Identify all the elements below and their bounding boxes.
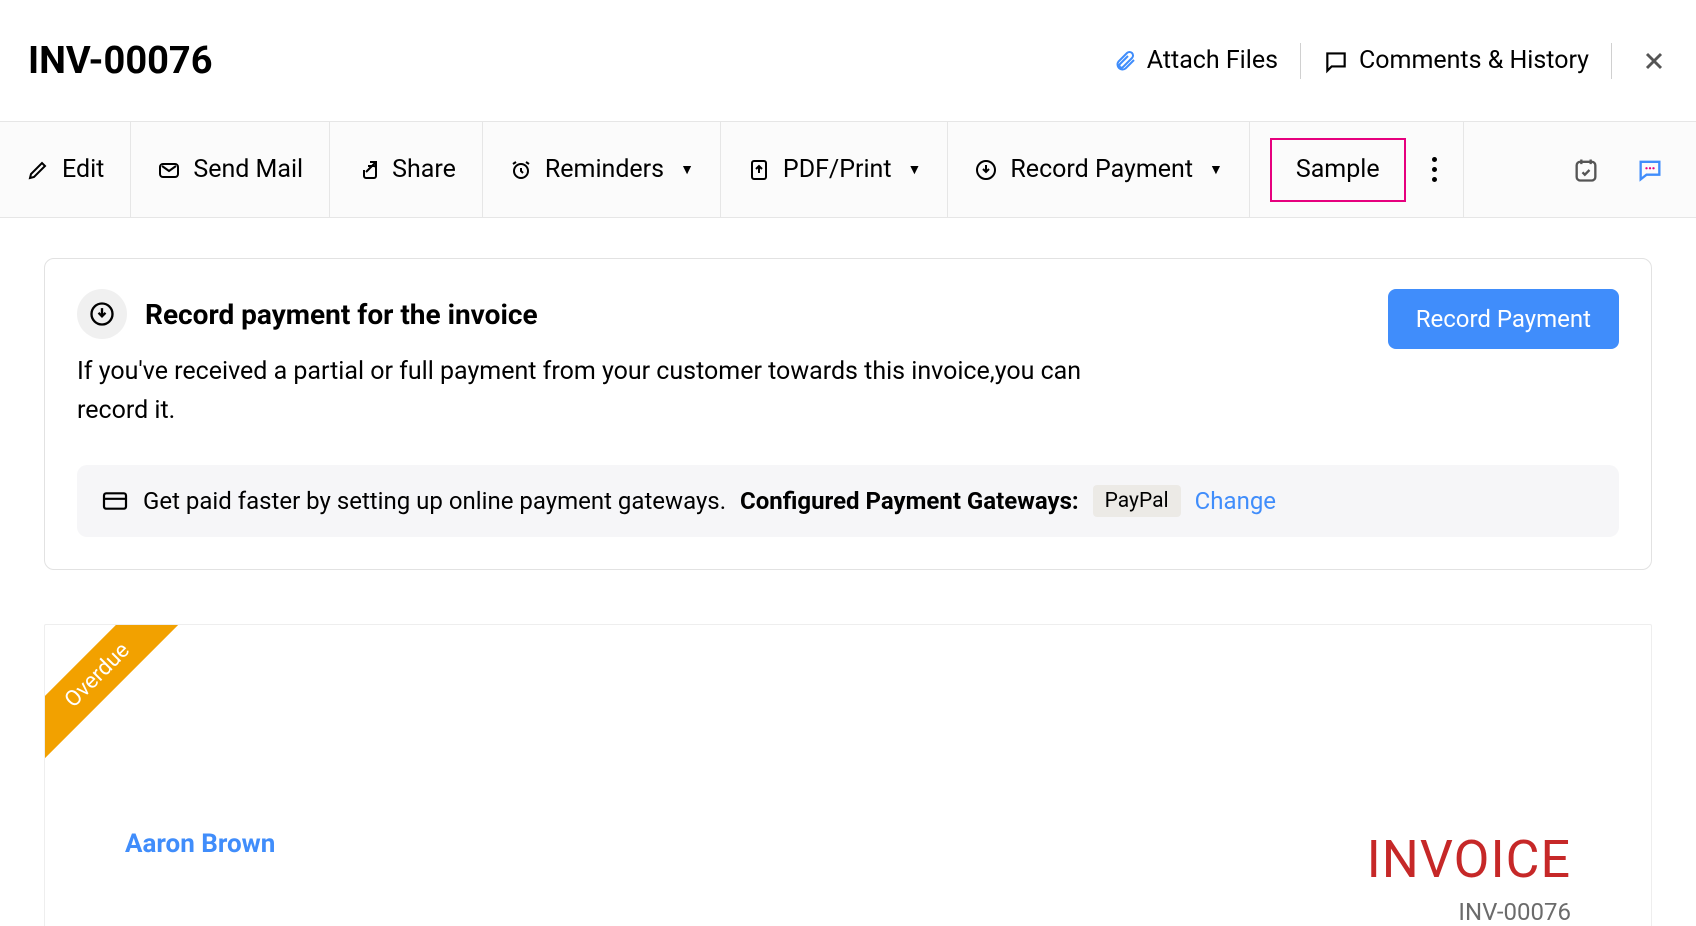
comments-label: Comments & History	[1359, 46, 1589, 75]
reminders-label: Reminders	[545, 155, 664, 184]
card-title: Record payment for the invoice	[145, 298, 538, 331]
card-head: Record payment for the invoice If you've…	[77, 289, 1619, 431]
header-actions: Attach Files Comments & History	[1113, 43, 1668, 79]
content-scroll[interactable]: Record payment for the invoice If you've…	[0, 218, 1696, 926]
invoice-doc-title: INVOICE	[1367, 829, 1571, 890]
record-payment-dropdown[interactable]: Record Payment ▼	[948, 122, 1249, 217]
attach-files-label: Attach Files	[1147, 46, 1278, 75]
pdf-icon	[747, 158, 771, 182]
chat-icon	[1323, 48, 1349, 74]
chevron-down-icon: ▼	[908, 161, 922, 178]
record-payment-card: Record payment for the invoice If you've…	[44, 258, 1652, 570]
invoice-customer[interactable]: Aaron Brown	[125, 829, 275, 859]
share-icon	[356, 158, 380, 182]
chevron-down-icon: ▼	[680, 161, 694, 178]
pencil-icon	[26, 158, 50, 182]
invoice-header-right: INVOICE INV-00076	[1367, 829, 1571, 926]
send-mail-label: Send Mail	[193, 155, 303, 184]
close-icon[interactable]	[1640, 47, 1668, 75]
separator	[1611, 43, 1612, 79]
invoice-preview: Overdue Aaron Brown INVOICE INV-00076	[44, 624, 1652, 926]
clock-icon	[509, 158, 533, 182]
comments-history-action[interactable]: Comments & History	[1323, 46, 1589, 75]
more-options-button[interactable]	[1406, 122, 1464, 217]
download-circle-icon	[77, 289, 127, 339]
toolbar-right	[1540, 156, 1696, 184]
send-mail-button[interactable]: Send Mail	[131, 122, 330, 217]
chat-dots-icon[interactable]	[1636, 156, 1664, 184]
edit-label: Edit	[62, 155, 104, 184]
mail-icon	[157, 158, 181, 182]
reminders-button[interactable]: Reminders ▼	[483, 122, 721, 217]
sample-button[interactable]: Sample	[1270, 138, 1406, 202]
calendar-check-icon[interactable]	[1572, 156, 1600, 184]
share-label: Share	[392, 155, 456, 184]
gateway-configured-label: Configured Payment Gateways:	[740, 487, 1079, 515]
card-icon	[101, 490, 129, 512]
invoice-doc-number: INV-00076	[1367, 898, 1571, 926]
share-button[interactable]: Share	[330, 122, 483, 217]
chevron-down-icon: ▼	[1209, 161, 1223, 178]
sample-label: Sample	[1296, 155, 1380, 184]
gateway-chip: PayPal	[1093, 485, 1181, 517]
card-description: If you've received a partial or full pay…	[77, 353, 1137, 431]
pdf-print-label: PDF/Print	[783, 155, 892, 184]
overdue-ribbon: Overdue	[44, 624, 190, 768]
paperclip-icon	[1113, 49, 1137, 73]
page-header: INV-00076 Attach Files Comments & Histor…	[0, 0, 1696, 122]
separator	[1300, 43, 1301, 79]
edit-button[interactable]: Edit	[0, 122, 131, 217]
attach-files-action[interactable]: Attach Files	[1113, 46, 1278, 75]
card-head-left: Record payment for the invoice	[77, 289, 1137, 339]
record-payment-label: Record Payment	[1010, 155, 1193, 184]
gateway-text: Get paid faster by setting up online pay…	[143, 487, 726, 515]
invoice-body: Aaron Brown INVOICE INV-00076	[125, 829, 1571, 926]
page-title: INV-00076	[28, 39, 213, 83]
record-payment-button[interactable]: Record Payment	[1388, 289, 1619, 349]
pdf-print-button[interactable]: PDF/Print ▼	[721, 122, 948, 217]
toolbar: Edit Send Mail Share Reminders ▼ PDF/Pri…	[0, 122, 1696, 218]
gateway-info-bar: Get paid faster by setting up online pay…	[77, 465, 1619, 537]
gateway-change-link[interactable]: Change	[1195, 487, 1276, 515]
download-circle-icon	[974, 158, 998, 182]
